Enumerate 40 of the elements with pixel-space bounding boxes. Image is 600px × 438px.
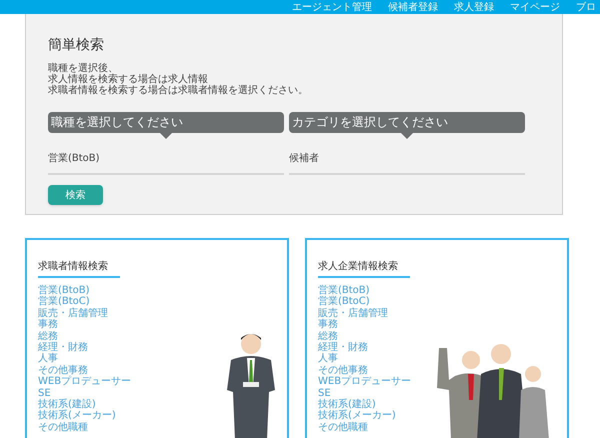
select-field[interactable]: 営業(BtoB) xyxy=(48,151,284,175)
category-link[interactable]: SE xyxy=(38,388,51,400)
category-link[interactable]: 総務 xyxy=(38,330,58,342)
category-link[interactable]: 技術系(建設) xyxy=(318,399,376,410)
category-link[interactable]: 営業(BtoB) xyxy=(38,285,90,296)
description-text: 職種を選択後、 xyxy=(48,63,118,74)
category-link[interactable]: 販売・店舗管理 xyxy=(318,308,388,320)
category-link[interactable]: その他職種 xyxy=(38,422,88,434)
category-link[interactable]: 営業(BtoC) xyxy=(38,296,90,308)
card-title: 求人企業情報検索 xyxy=(318,260,410,278)
category-link[interactable]: 技術系(メーカー) xyxy=(318,410,396,422)
select-field[interactable]: 候補者 xyxy=(289,151,525,175)
nav-link[interactable]: 求人登録 xyxy=(454,2,494,14)
category-link[interactable]: WEBプロデューサー xyxy=(318,376,412,388)
category-link[interactable]: 人事 xyxy=(318,353,338,365)
category-link[interactable]: 人事 xyxy=(38,353,58,365)
category-link[interactable]: 経理・財務 xyxy=(38,342,88,354)
description-text: 求職者情報を検索する場合は求職者情報を選択ください。 xyxy=(48,85,309,96)
category-link[interactable]: SE xyxy=(318,388,331,400)
nav-link[interactable]: 候補者登録 xyxy=(388,2,438,14)
category-link[interactable]: 営業(BtoB) xyxy=(318,285,370,296)
category-link[interactable]: 営業(BtoC) xyxy=(318,296,370,308)
category-link[interactable]: その他事務 xyxy=(38,364,88,376)
panel-title: 簡単検索 xyxy=(48,36,105,54)
category-link[interactable]: その他事務 xyxy=(318,364,368,376)
category-link[interactable]: 技術系(建設) xyxy=(38,399,96,410)
category-link[interactable]: 販売・店舗管理 xyxy=(38,308,108,320)
nav-link[interactable]: マイページ xyxy=(510,2,560,14)
category-link[interactable]: 経理・財務 xyxy=(318,342,368,354)
category-link[interactable]: 技術系(メーカー) xyxy=(38,410,116,422)
nav-link[interactable]: ブロ xyxy=(576,2,596,14)
description-text: 求人情報を検索する場合は求人情報 xyxy=(48,74,208,85)
search-button[interactable]: 検索 xyxy=(48,185,103,205)
category-link[interactable]: 事務 xyxy=(318,319,338,331)
category-link[interactable]: WEBプロデューサー xyxy=(38,376,132,388)
nav-link[interactable]: エージェント管理 xyxy=(292,2,372,14)
card-title: 求職者情報検索 xyxy=(38,260,120,278)
category-link[interactable]: 事務 xyxy=(38,319,58,331)
category-link[interactable]: 総務 xyxy=(318,330,338,342)
category-link[interactable]: その他職種 xyxy=(318,422,368,434)
